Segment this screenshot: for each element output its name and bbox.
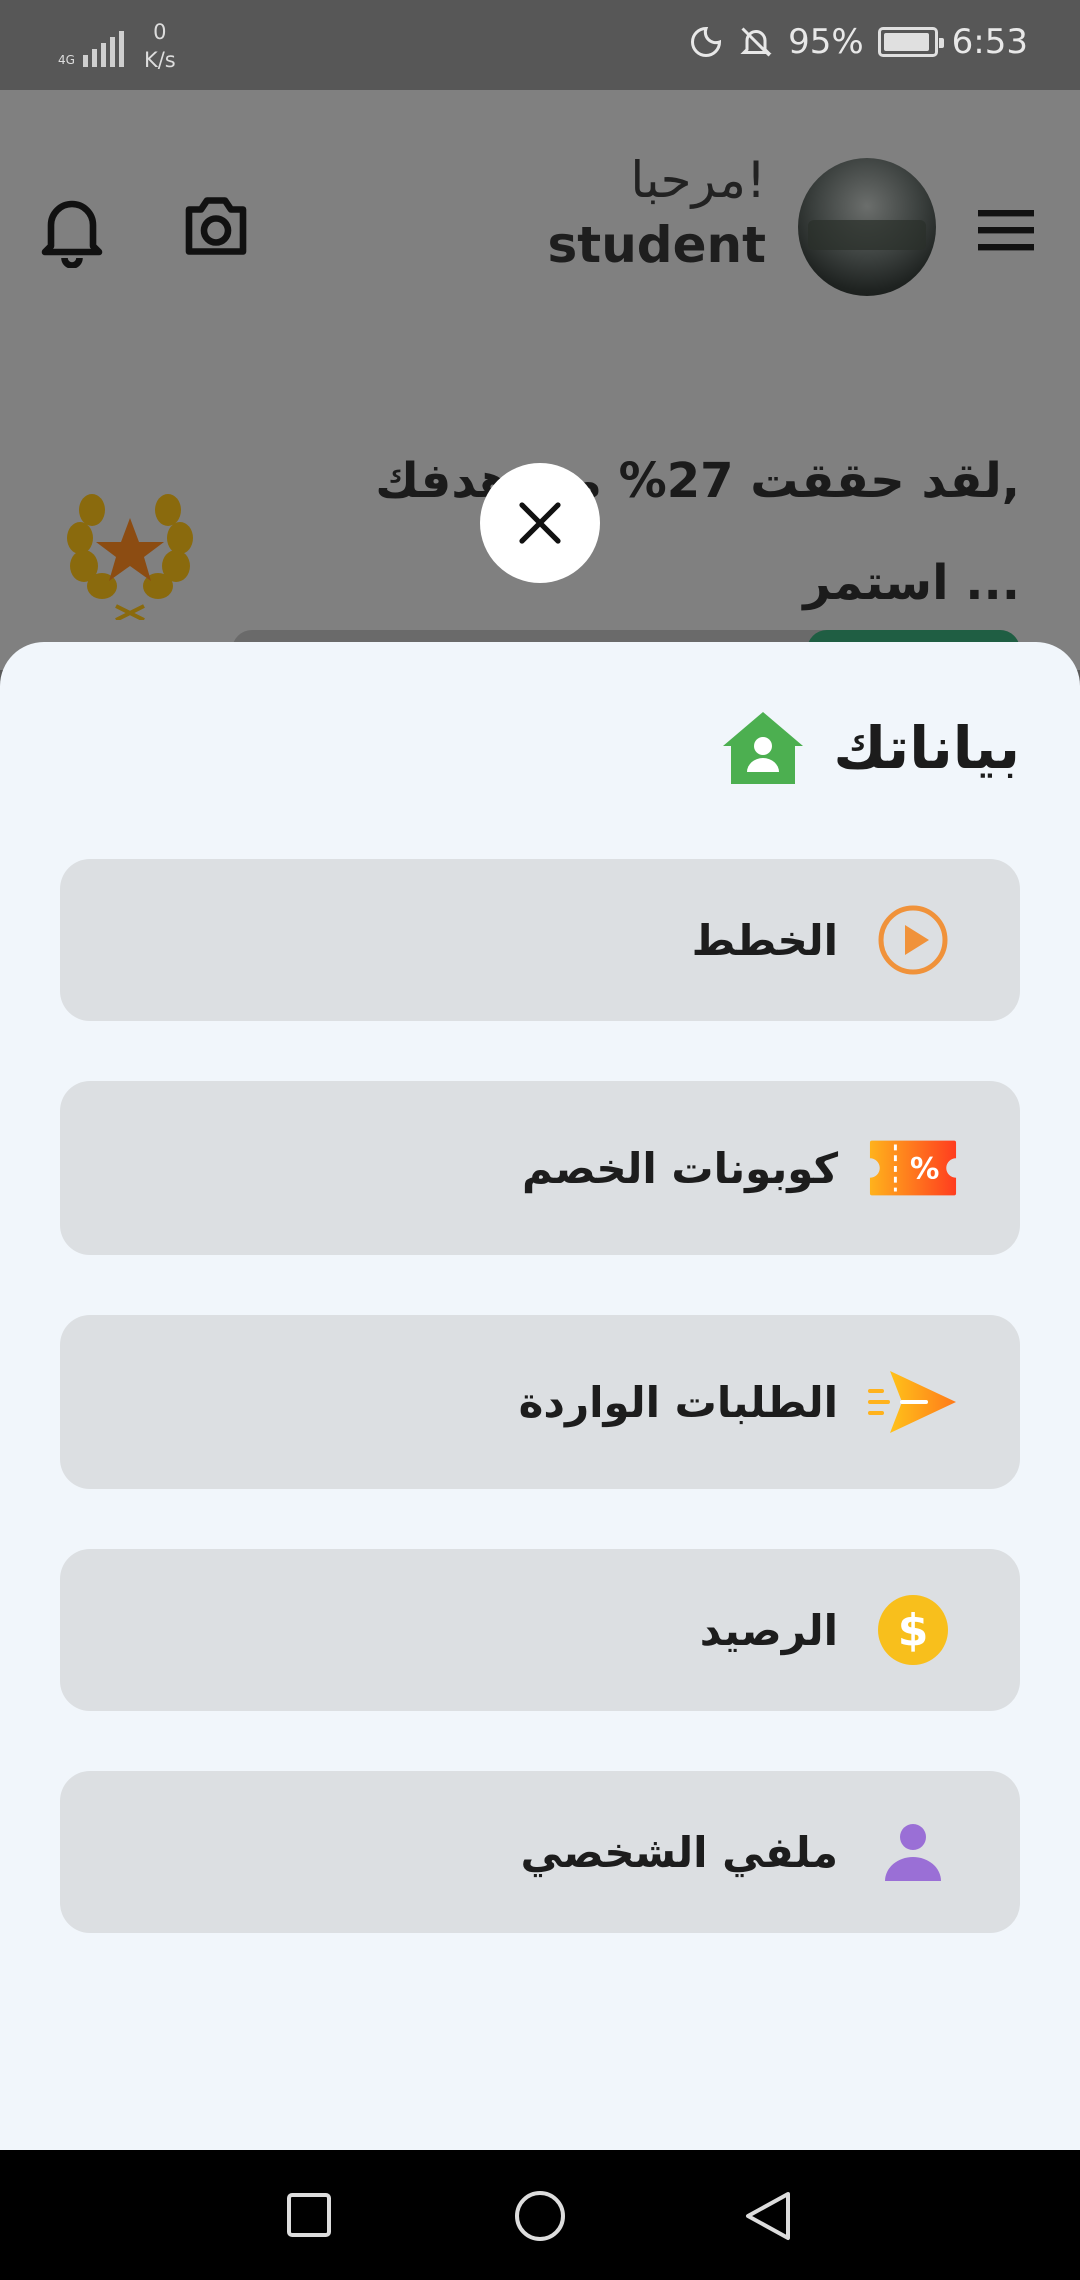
menu-item-profile[interactable]: ملفي الشخصي [60,1771,1020,1933]
svg-text:$: $ [898,1605,929,1656]
status-bar: 4G 0 K/s 95% 6:53 [0,0,1080,90]
sheet-header: بياناتك [721,710,1020,786]
status-right: 95% 6:53 [688,22,1028,62]
camera-icon[interactable] [180,194,252,258]
greeting-text: مرحبا! [630,151,766,209]
network-speed: 0 K/s [143,20,176,72]
laurel-star-icon [67,494,193,620]
bottom-sheet: بياناتك الخطط كوبونات الخصم % الطلبات ال… [0,642,1080,2150]
network-type: 4G [58,53,75,67]
greeting: مرحبا! student [548,150,766,280]
menu-item-label: الطلبات الواردة [518,1377,838,1427]
home-user-icon [723,712,804,784]
background-screen: مرحبا! student لقد حققت 27% من هدفك, است… [0,90,1080,670]
menu-item-incoming-requests[interactable]: الطلبات الواردة [60,1315,1020,1489]
menu-item-label: كوبونات الخصم [522,1143,838,1193]
avatar[interactable] [798,158,936,296]
menu-item-plans[interactable]: الخطط [60,859,1020,1021]
battery-icon [877,27,944,57]
paper-plane-icon [868,1357,958,1447]
battery-percent: 95% [788,22,864,62]
navigation-bar [0,2150,1080,2280]
status-left: 4G 0 K/s [58,18,176,74]
network-indicator: 4G [58,25,124,67]
svg-text:%: % [910,1152,939,1186]
menu-item-label: الخطط [691,915,838,965]
back-button[interactable] [744,2190,792,2242]
recent-apps-button[interactable] [286,2192,332,2238]
play-circle-icon [868,895,958,985]
menu-item-coupons[interactable]: كوبونات الخصم % [60,1081,1020,1255]
close-button[interactable] [480,463,600,583]
menu-item-label: الرصيد [699,1605,838,1655]
username: student [547,216,766,274]
clock: 6:53 [951,22,1028,62]
user-icon [868,1807,958,1897]
moon-icon [691,26,722,57]
menu-icon[interactable] [978,208,1034,252]
bell-icon[interactable] [36,188,108,268]
dollar-coin-icon: $ [868,1585,958,1675]
close-icon [519,502,561,544]
signal-icon [82,25,124,67]
menu-item-balance[interactable]: الرصيد $ [60,1549,1020,1711]
home-button[interactable] [514,2190,566,2242]
bell-muted-icon [740,27,772,57]
sheet-title: بياناتك [833,714,1020,782]
progress-message: لقد حققت 27% من هدفك, استمر ... [375,453,1020,611]
menu-item-label: ملفي الشخصي [520,1827,838,1877]
coupon-percent-icon: % [868,1123,958,1213]
